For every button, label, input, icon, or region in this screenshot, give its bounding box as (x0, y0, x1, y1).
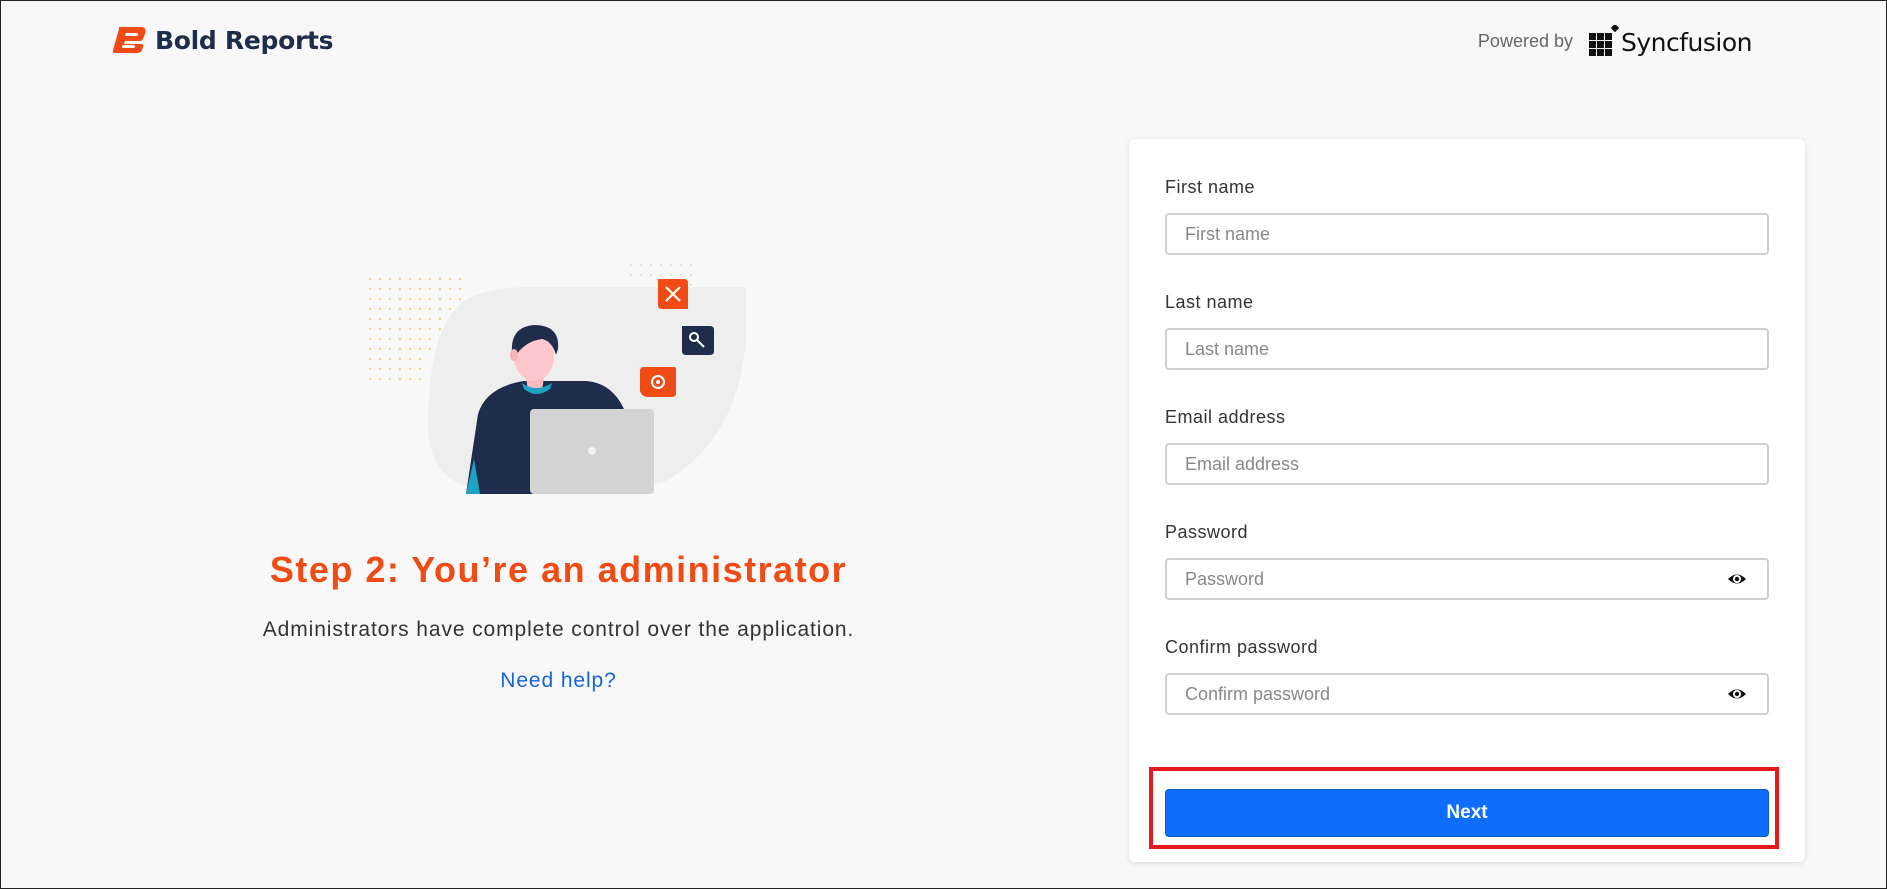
email-field: Email address (1165, 407, 1769, 485)
password-label: Password (1165, 522, 1249, 542)
intro-panel: Step 2: You’re an administrator Administ… (1, 81, 1116, 889)
email-label: Email address (1165, 407, 1286, 427)
last-name-label: Last name (1165, 292, 1254, 312)
syncfusion-logo[interactable]: Syncfusion (1588, 25, 1753, 57)
last-name-field: Last name (1165, 292, 1769, 370)
brand-name: Bold Reports (155, 25, 334, 55)
confirm-password-field: Confirm password (1165, 637, 1769, 715)
step-description: Administrators have complete control ove… (262, 618, 855, 641)
administrator-illustration (368, 263, 746, 494)
confirm-password-label: Confirm password (1165, 637, 1319, 657)
last-name-input[interactable] (1165, 328, 1769, 370)
last-name-input-wrap (1165, 328, 1769, 370)
password-input[interactable] (1165, 558, 1769, 600)
header: Bold Reports Powered by Syncfusion (1, 1, 1887, 81)
need-help-link[interactable]: Need help? (1, 669, 1116, 693)
email-input[interactable] (1165, 443, 1769, 485)
confirm-password-input-wrap (1165, 673, 1769, 715)
confirm-password-input[interactable] (1165, 673, 1769, 715)
admin-form-card: First name Last name Email address Passw… (1129, 139, 1805, 862)
syncfusion-mark-icon (1588, 25, 1619, 56)
next-button-highlight (1149, 767, 1779, 849)
first-name-label: First name (1165, 177, 1256, 197)
step-title: Step 2: You’re an administrator (269, 549, 848, 590)
bold-reports-logo-icon (112, 27, 146, 53)
first-name-input[interactable] (1165, 213, 1769, 255)
first-name-input-wrap (1165, 213, 1769, 255)
brand-logo[interactable]: Bold Reports (111, 25, 334, 55)
password-field: Password (1165, 522, 1769, 600)
email-input-wrap (1165, 443, 1769, 485)
eye-icon[interactable] (1727, 685, 1747, 703)
powered-by: Powered by Syncfusion (1477, 25, 1753, 57)
powered-by-label: Powered by (1477, 30, 1573, 51)
eye-icon[interactable] (1727, 570, 1747, 588)
first-name-field: First name (1165, 177, 1769, 255)
syncfusion-name: Syncfusion (1620, 28, 1753, 57)
password-input-wrap (1165, 558, 1769, 600)
